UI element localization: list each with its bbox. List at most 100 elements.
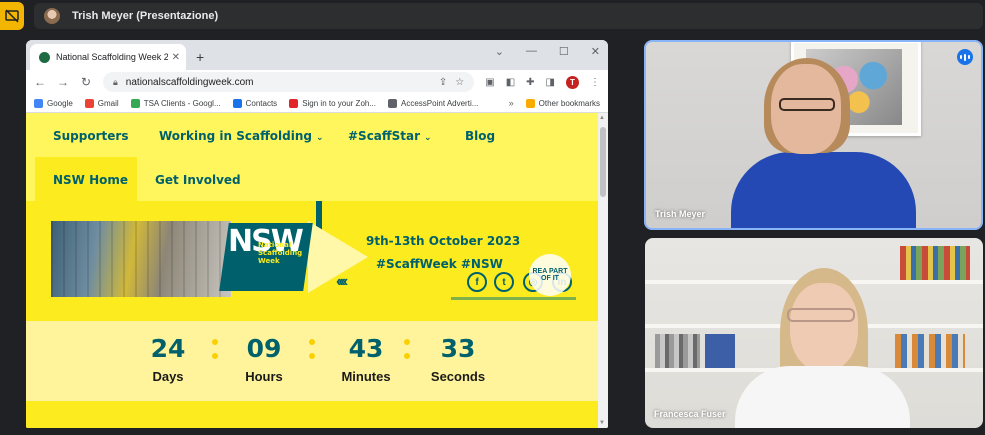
tab-title: National Scaffolding Week 2023 <box>56 52 168 62</box>
page-scrollbar[interactable]: ▲ ▼ <box>598 113 608 428</box>
nav-blog[interactable]: Blog <box>465 129 495 143</box>
bookmark-star-icon[interactable]: ☆ <box>455 77 464 88</box>
content-section <box>26 401 598 428</box>
countdown-value: 43 <box>348 334 384 363</box>
presenter-bar: Trish Meyer (Presentazione) <box>34 3 983 29</box>
back-icon[interactable]: ← <box>34 75 46 89</box>
bookmark-item[interactable]: TSA Clients - Googl... <box>130 98 221 108</box>
nav-scaffstar-label: #ScaffStar <box>348 129 421 143</box>
profile-avatar[interactable]: T <box>566 75 579 89</box>
extensions-puzzle-icon[interactable]: ✚ <box>526 77 534 88</box>
countdown-separator <box>404 339 410 367</box>
bookmarks-overflow-icon[interactable]: » <box>509 98 514 108</box>
photo-overlay <box>51 221 231 297</box>
nav-get-involved[interactable]: Get Involved <box>155 173 241 187</box>
website-viewport: Supporters Working in Scaffolding ⌄ #Scaf… <box>26 113 598 428</box>
countdown-seconds: 33 Seconds <box>427 334 489 385</box>
participant-video <box>735 366 910 428</box>
countdown-minutes: 43 Minutes <box>330 334 402 385</box>
decorative-line <box>451 297 576 300</box>
site-favicon-icon <box>39 51 50 63</box>
url-text[interactable]: nationalscaffoldingweek.com <box>126 77 431 88</box>
bookmark-label: Gmail <box>97 98 119 108</box>
screen-share-off-icon <box>5 9 19 23</box>
nav-scaffstar[interactable]: #ScaffStar ⌄ <box>348 129 432 143</box>
browser-toolbar: ← → ↻ 🔒︎ nationalscaffoldingweek.com ⇪ ☆… <box>26 70 608 94</box>
event-hashtag: #ScaffWeek #NSW <box>376 257 503 271</box>
chevrons-decoration: ‹‹‹‹ <box>336 273 348 290</box>
nsw-logo-text: NSW <box>228 227 304 257</box>
close-window-icon[interactable]: ✕ <box>591 45 600 58</box>
event-dates: 9th-13th October 2023 <box>366 234 521 248</box>
participant-video <box>787 308 855 322</box>
reload-icon[interactable]: ↻ <box>80 75 92 89</box>
address-bar[interactable]: 🔒︎ nationalscaffoldingweek.com ⇪ ☆ <box>103 72 475 92</box>
bookmark-favicon-icon <box>84 98 94 108</box>
countdown-label: Seconds <box>430 369 486 384</box>
bookmark-item[interactable]: Contacts <box>232 98 278 108</box>
avatar <box>44 8 60 24</box>
chevron-down-icon: ⌄ <box>315 133 324 143</box>
forward-icon[interactable]: → <box>57 75 69 89</box>
bookmark-favicon-icon <box>34 98 43 108</box>
scroll-down-icon[interactable]: ▼ <box>599 420 605 426</box>
participant-video <box>731 152 916 228</box>
chevron-down-icon: ⌄ <box>424 133 432 143</box>
browser-tab[interactable]: National Scaffolding Week 2023 ✕ <box>30 44 186 70</box>
bookmark-label: AccessPoint Adverti... <box>401 98 479 108</box>
bookmark-item[interactable]: Google <box>34 98 73 108</box>
facebook-icon[interactable]: f <box>467 272 487 292</box>
extension-icon[interactable]: ▣ <box>485 77 494 88</box>
bookmarks-bar: Google Gmail TSA Clients - Googl... Contact… <box>26 94 608 113</box>
countdown-timer: 24 Days 09 Hours 43 Minutes 33 Seconds <box>26 321 598 401</box>
menu-kebab-icon[interactable]: ⋮ <box>590 77 600 88</box>
countdown-hours: 09 Hours <box>239 335 289 385</box>
participant-tile-trish[interactable]: Trish Meyer <box>644 40 983 230</box>
countdown-value: 24 <box>150 334 186 363</box>
nav-nsw-home[interactable]: NSW Home <box>53 173 128 187</box>
new-tab-icon[interactable]: + <box>196 49 204 65</box>
participant-name: Trish Meyer <box>655 209 706 219</box>
bookmark-item[interactable]: Gmail <box>84 98 119 108</box>
bookmark-label: Google <box>47 98 73 108</box>
bookmark-favicon-icon <box>388 98 398 108</box>
extension-icon[interactable]: ◧ <box>506 77 515 88</box>
bookmark-item[interactable]: Sign in to your Zoh... <box>289 98 377 108</box>
bookmark-favicon-icon <box>289 98 299 108</box>
other-bookmarks-label: Other bookmarks <box>538 98 600 108</box>
lock-icon[interactable]: 🔒︎ <box>113 77 118 88</box>
participant-video <box>790 283 858 371</box>
window-controls: ⌄ — ☐ ✕ <box>495 45 600 58</box>
scroll-thumb[interactable] <box>600 127 606 197</box>
folder-icon <box>525 98 535 108</box>
nav-supporters[interactable]: Supporters <box>53 129 128 143</box>
close-tab-icon[interactable]: ✕ <box>172 52 180 63</box>
be-part-of-it-badge: REA PART OF IT <box>529 254 571 296</box>
participant-tile-francesca[interactable]: Francesca Fuser <box>645 238 983 428</box>
countdown-label: Days <box>152 369 184 384</box>
side-panel-icon[interactable]: ◨ <box>546 77 555 88</box>
books <box>655 334 700 368</box>
participant-name: Francesca Fuser <box>654 409 726 419</box>
other-bookmarks[interactable]: Other bookmarks <box>525 98 600 108</box>
countdown-separator <box>212 339 218 367</box>
twitter-icon[interactable]: t <box>494 272 514 292</box>
tab-search-icon[interactable]: ⌄ <box>495 45 504 58</box>
nav-working-in-scaffolding[interactable]: Working in Scaffolding ⌄ <box>159 129 324 143</box>
tab-strip: National Scaffolding Week 2023 ✕ + ⌄ — ☐… <box>26 40 608 70</box>
scroll-up-icon[interactable]: ▲ <box>599 115 605 121</box>
share-icon[interactable]: ⇪ <box>439 77 447 88</box>
countdown-label: Hours <box>245 369 283 384</box>
shared-browser-window: National Scaffolding Week 2023 ✕ + ⌄ — ☐… <box>26 40 608 428</box>
maximize-icon[interactable]: ☐ <box>559 45 569 58</box>
presenting-icon[interactable] <box>0 2 24 30</box>
nsw-logo-subtext: National Scaffolding Week <box>258 241 303 265</box>
bookmark-label: Sign in to your Zoh... <box>302 98 377 108</box>
countdown-separator <box>309 339 315 367</box>
countdown-value: 33 <box>440 334 476 363</box>
bookmark-label: Contacts <box>245 98 278 108</box>
participant-video <box>779 98 835 111</box>
bookmark-item[interactable]: AccessPoint Adverti... <box>388 98 479 108</box>
countdown-label: Minutes <box>341 369 391 384</box>
minimize-icon[interactable]: — <box>526 45 537 58</box>
